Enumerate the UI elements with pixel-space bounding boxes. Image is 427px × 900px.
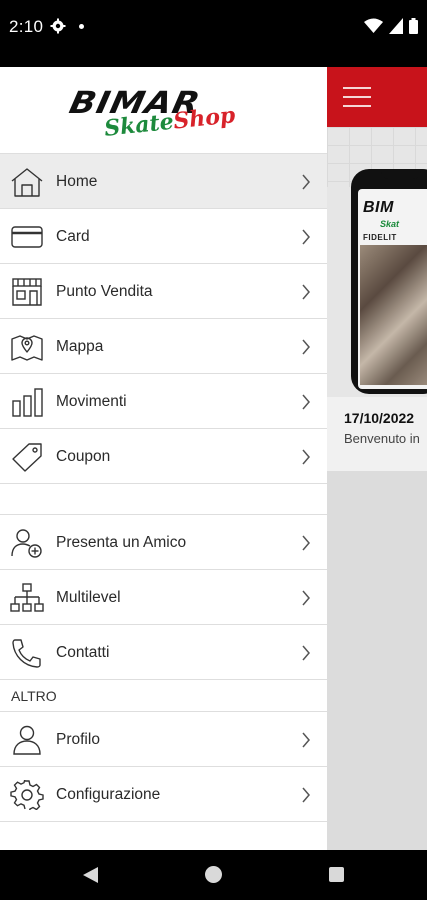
chevron-right-icon [302,787,310,803]
promo-phone-image: BIM Skat FIDELIT [351,169,427,394]
status-icons [364,17,418,35]
chevron-right-icon [302,590,310,606]
map-icon [11,335,43,361]
battery-icon [409,18,418,34]
notification-dot-icon [79,24,84,29]
menu-item-movimenti[interactable]: Movimenti [0,374,327,429]
user-icon [13,725,41,755]
menu-item-punto-vendita[interactable]: Punto Vendita [0,264,327,319]
chevron-right-icon [302,732,310,748]
hamburger-menu-icon[interactable] [343,87,373,107]
chevron-right-icon [302,339,310,355]
chevron-right-icon [302,535,310,551]
chevron-right-icon [302,394,310,410]
recents-icon[interactable] [329,867,344,882]
phone-icon [12,639,41,668]
menu-item-configurazione[interactable]: Configurazione [0,767,327,822]
back-icon[interactable] [82,866,99,884]
menu-item-contatti[interactable]: Contatti [0,625,327,680]
wifi-icon [364,18,383,33]
chevron-right-icon [302,174,310,190]
card-icon [11,226,43,248]
cell-signal-icon [389,18,403,34]
menu-item-multilevel[interactable]: Multilevel [0,570,327,625]
menu-item-presenta-amico[interactable]: Presenta un Amico [0,515,327,570]
menu-item-mappa[interactable]: Mappa [0,319,327,374]
chevron-right-icon [302,449,310,465]
phone-logo-text: BIM [363,199,394,216]
add-user-icon [11,529,42,558]
app-bar [327,67,427,127]
skate-photo [360,245,427,385]
menu-item-profilo[interactable]: Profilo [0,712,327,767]
menu-item-home[interactable]: Home [0,154,327,209]
system-nav-bar [0,850,427,900]
home-button-icon[interactable] [205,866,222,883]
store-icon [12,278,42,306]
home-icon [11,168,43,197]
status-bar: 2:10 [0,0,427,67]
chevron-right-icon [302,229,310,245]
news-text: Benvenuto in [344,431,420,446]
bar-chart-icon [12,388,43,417]
phone-sub-text: Skat [380,219,400,229]
chevron-right-icon [302,645,310,661]
background-app: BIM Skat FIDELIT 17/10/2022 Benvenuto in [327,67,427,850]
news-date: 17/10/2022 [344,410,415,426]
settings-notification-icon [50,18,66,34]
navigation-drawer: BIMAR SkateShop Home Card Punto Vendita [0,67,327,850]
tag-icon [12,443,42,472]
status-time: 2:10 [9,17,44,36]
phone-banner-text: FIDELIT [363,233,397,242]
gear-icon [10,780,44,810]
menu-item-coupon[interactable]: Coupon [0,429,327,484]
section-label-altro: ALTRO [0,680,327,712]
brand-logo: BIMAR SkateShop [0,67,327,153]
main-menu: Home Card Punto Vendita Mappa Movimenti … [0,153,327,822]
menu-spacer [0,484,327,515]
menu-item-card[interactable]: Card [0,209,327,264]
hierarchy-icon [10,583,44,612]
chevron-right-icon [302,284,310,300]
